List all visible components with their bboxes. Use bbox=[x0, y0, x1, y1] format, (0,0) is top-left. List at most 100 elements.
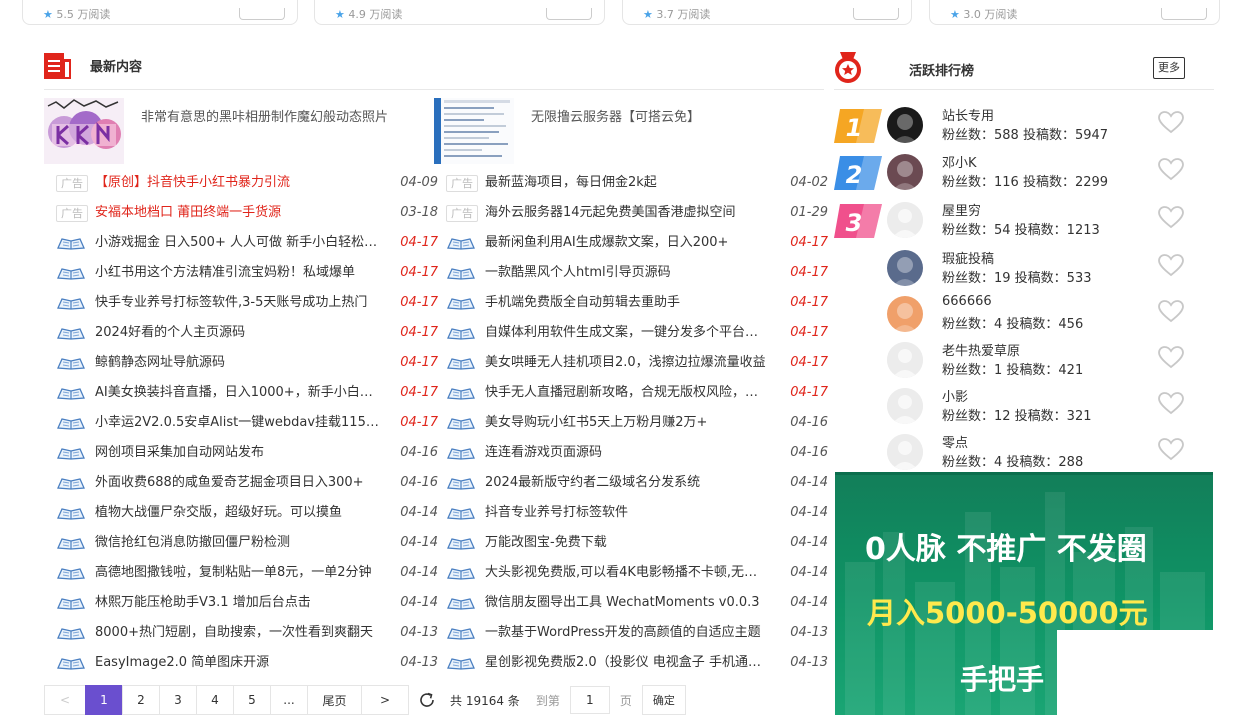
post-title[interactable]: AI美女换装抖音直播，日入1000+，新手小白可做 bbox=[95, 378, 379, 408]
list-item[interactable]: 美女导购玩小红书5天上万粉月赚2万+ 04-16 bbox=[446, 408, 828, 438]
user-name[interactable]: 邓小K bbox=[942, 152, 977, 171]
ranking-item[interactable]: 666666 粉丝数：4 投稿数：456 bbox=[834, 292, 1214, 338]
list-item[interactable]: 美女哄睡无人挂机项目2.0，浅擦边拉爆流量收益 04-17 bbox=[446, 348, 828, 378]
avatar[interactable] bbox=[887, 342, 923, 378]
top-card-3[interactable]: ★ 3.7 万阅读 bbox=[622, 0, 912, 25]
featured-thumbnail[interactable] bbox=[44, 98, 124, 164]
ranking-item[interactable]: 零点 粉丝数：4 投稿数：288 bbox=[834, 430, 1214, 476]
user-name[interactable]: 小影 bbox=[942, 386, 968, 405]
list-item[interactable]: EasyImage2.0 简单图床开源 04-13 bbox=[56, 648, 438, 678]
post-title[interactable]: 小幸运2V2.0.5安卓Alist一键webdav挂载115网盘 bbox=[95, 408, 379, 438]
featured-title[interactable]: 非常有意思的黑咔相册制作魔幻般动态照片 bbox=[141, 106, 388, 125]
ranking-item[interactable]: 1 站长专用 粉丝数：588 投稿数：5947 bbox=[834, 103, 1214, 149]
refresh-icon[interactable] bbox=[418, 691, 436, 709]
list-item[interactable]: 小幸运2V2.0.5安卓Alist一键webdav挂载115网盘 04-17 bbox=[56, 408, 438, 438]
top-card-button[interactable] bbox=[546, 8, 592, 20]
top-card-button[interactable] bbox=[853, 8, 899, 20]
list-item[interactable]: 快手无人直播冠剧新攻略，合规无版权风险，一天 04-17 bbox=[446, 378, 828, 408]
post-title[interactable]: 高德地图撒钱啦，复制粘贴一单8元，一单2分钟 bbox=[95, 558, 379, 588]
post-title[interactable]: 微信朋友圈导出工具 WechatMoments v0.0.3 bbox=[485, 588, 769, 618]
post-title[interactable]: 小红书用这个方法精准引流宝妈粉！私域爆单 bbox=[95, 258, 379, 288]
avatar[interactable] bbox=[887, 434, 923, 470]
heart-icon[interactable] bbox=[1158, 438, 1184, 462]
post-title[interactable]: 微信抢红包消息防撤回僵尸粉检测 bbox=[95, 528, 379, 558]
page-button-4[interactable]: 4 bbox=[196, 685, 234, 715]
list-item[interactable]: 外面收费688的咸鱼爱奇艺掘金项目日入300+ 04-16 bbox=[56, 468, 438, 498]
top-card-2[interactable]: ★ 4.9 万阅读 bbox=[314, 0, 605, 25]
list-item[interactable]: 微信朋友圈导出工具 WechatMoments v0.0.3 04-14 bbox=[446, 588, 828, 618]
list-item[interactable]: 手机端免费版全自动剪辑去重助手 04-17 bbox=[446, 288, 828, 318]
list-item[interactable]: 2024最新版守约者二级域名分发系统 04-14 bbox=[446, 468, 828, 498]
post-title[interactable]: 2024好看的个人主页源码 bbox=[95, 318, 379, 348]
heart-icon[interactable] bbox=[1158, 206, 1184, 230]
heart-icon[interactable] bbox=[1158, 111, 1184, 135]
featured-post-1[interactable]: 非常有意思的黑咔相册制作魔幻般动态照片 bbox=[44, 98, 424, 166]
post-title[interactable]: 最新闲鱼利用AI生成爆款文案，日入200+ bbox=[485, 228, 769, 258]
list-item[interactable]: 网创项目采集加自动网站发布 04-16 bbox=[56, 438, 438, 468]
user-name[interactable]: 站长专用 bbox=[942, 105, 994, 124]
post-title[interactable]: 植物大战僵尸杂交版，超级好玩。可以摸鱼 bbox=[95, 498, 379, 528]
post-title[interactable]: 手机端免费版全自动剪辑去重助手 bbox=[485, 288, 769, 318]
user-name[interactable]: 屋里穷 bbox=[942, 200, 981, 219]
heart-icon[interactable] bbox=[1158, 300, 1184, 324]
list-item[interactable]: 一款酷黑风个人html引导页源码 04-17 bbox=[446, 258, 828, 288]
heart-icon[interactable] bbox=[1158, 346, 1184, 370]
featured-thumbnail[interactable] bbox=[434, 98, 514, 164]
avatar[interactable] bbox=[887, 107, 923, 143]
ranking-item[interactable]: 瑕疵投稿 粉丝数：19 投稿数：533 bbox=[834, 246, 1214, 292]
post-title[interactable]: 林熙万能压枪助手V3.1 增加后台点击 bbox=[95, 588, 379, 618]
list-item[interactable]: 广告 海外云服务器14元起免费美国香港虚拟空间 01-29 bbox=[446, 198, 828, 228]
list-item[interactable]: 鲸鹤静态网址导航源码 04-17 bbox=[56, 348, 438, 378]
last-page-button[interactable]: 尾页 bbox=[307, 685, 362, 715]
post-title[interactable]: 2024最新版守约者二级域名分发系统 bbox=[485, 468, 769, 498]
list-item[interactable]: 最新闲鱼利用AI生成爆款文案，日入200+ 04-17 bbox=[446, 228, 828, 258]
avatar[interactable] bbox=[887, 154, 923, 190]
post-title[interactable]: 【原创】抖音快手小红书暴力引流 bbox=[95, 168, 379, 198]
list-item[interactable]: 连连看游戏页面源码 04-16 bbox=[446, 438, 828, 468]
next-page-button[interactable]: > bbox=[361, 685, 409, 715]
avatar[interactable] bbox=[887, 296, 923, 332]
post-title[interactable]: 万能改图宝-免费下载 bbox=[485, 528, 769, 558]
page-button-2[interactable]: 2 bbox=[122, 685, 160, 715]
post-title[interactable]: 安福本地档口 莆田终端一手货源 bbox=[95, 198, 379, 228]
post-title[interactable]: 最新蓝海项目，每日佣金2k起 bbox=[485, 168, 769, 198]
post-title[interactable]: 网创项目采集加自动网站发布 bbox=[95, 438, 379, 468]
post-title[interactable]: 抖音专业养号打标签软件 bbox=[485, 498, 769, 528]
avatar[interactable] bbox=[887, 388, 923, 424]
page-jump-input[interactable]: 1 bbox=[569, 686, 610, 714]
user-name[interactable]: 666666 bbox=[942, 294, 992, 309]
ranking-item[interactable]: 3 屋里穷 粉丝数：54 投稿数：1213 bbox=[834, 198, 1214, 244]
post-title[interactable]: 海外云服务器14元起免费美国香港虚拟空间 bbox=[485, 198, 769, 228]
post-title[interactable]: 自媒体利用软件生成文案，一键分发多个平台赚收益 bbox=[485, 318, 769, 348]
featured-title[interactable]: 无限撸云服务器【可搭云免】 bbox=[531, 106, 700, 125]
post-title[interactable]: 快手无人直播冠剧新攻略，合规无版权风险，一天 bbox=[485, 378, 769, 408]
post-title[interactable]: 美女导购玩小红书5天上万粉月赚2万+ bbox=[485, 408, 769, 438]
page-button-3[interactable]: 3 bbox=[159, 685, 197, 715]
list-item[interactable]: 广告 安福本地档口 莆田终端一手货源 03-18 bbox=[56, 198, 438, 228]
heart-icon[interactable] bbox=[1158, 392, 1184, 416]
list-item[interactable]: 林熙万能压枪助手V3.1 增加后台点击 04-14 bbox=[56, 588, 438, 618]
post-title[interactable]: 美女哄睡无人挂机项目2.0，浅擦边拉爆流量收益 bbox=[485, 348, 769, 378]
list-item[interactable]: 广告 最新蓝海项目，每日佣金2k起 04-02 bbox=[446, 168, 828, 198]
post-title[interactable]: 一款基于WordPress开发的高颜值的自适应主题 bbox=[485, 618, 769, 648]
list-item[interactable]: 一款基于WordPress开发的高颜值的自适应主题 04-13 bbox=[446, 618, 828, 648]
list-item[interactable]: 星创影视免费版2.0（投影仪 电视盒子 手机通用） 04-13 bbox=[446, 648, 828, 678]
post-title[interactable]: 小游戏掘金 日入500+ 人人可做 新手小白轻松上手 bbox=[95, 228, 379, 258]
post-title[interactable]: 星创影视免费版2.0（投影仪 电视盒子 手机通用） bbox=[485, 648, 769, 678]
post-title[interactable]: 连连看游戏页面源码 bbox=[485, 438, 769, 468]
page-button-5[interactable]: 5 bbox=[233, 685, 271, 715]
list-item[interactable]: 抖音专业养号打标签软件 04-14 bbox=[446, 498, 828, 528]
ranking-more-button[interactable]: 更多 bbox=[1153, 57, 1185, 79]
prev-page-button[interactable]: < bbox=[44, 685, 86, 715]
list-item[interactable]: 8000+热门短剧，自助搜索，一次性看到爽翻天 04-13 bbox=[56, 618, 438, 648]
post-title[interactable]: 一款酷黑风个人html引导页源码 bbox=[485, 258, 769, 288]
page-button-1[interactable]: 1 bbox=[85, 685, 123, 715]
list-item[interactable]: 高德地图撒钱啦，复制粘贴一单8元，一单2分钟 04-14 bbox=[56, 558, 438, 588]
post-title[interactable]: 大头影视免费版,可以看4K电影畅播不卡顿,无广告 bbox=[485, 558, 769, 588]
post-title[interactable]: 快手专业养号打标签软件,3-5天账号成功上热门 bbox=[95, 288, 379, 318]
list-item[interactable]: 万能改图宝-免费下载 04-14 bbox=[446, 528, 828, 558]
heart-icon[interactable] bbox=[1158, 158, 1184, 182]
top-card-button[interactable] bbox=[1161, 8, 1207, 20]
list-item[interactable]: 广告 【原创】抖音快手小红书暴力引流 04-09 bbox=[56, 168, 438, 198]
list-item[interactable]: 植物大战僵尸杂交版，超级好玩。可以摸鱼 04-14 bbox=[56, 498, 438, 528]
